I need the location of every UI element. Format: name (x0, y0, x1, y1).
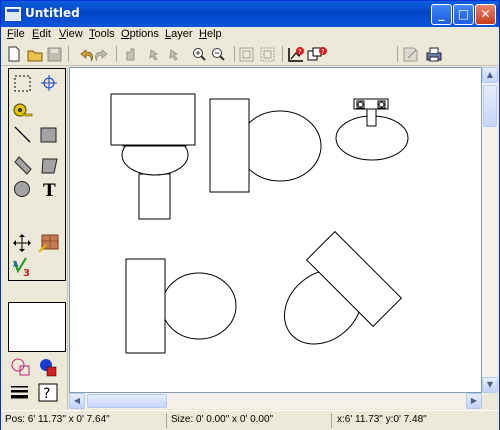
title-bar[interactable]: Untitled _ □ ✕ (1, 1, 499, 27)
symbol-icon[interactable]: A 3 (13, 257, 30, 279)
sink-shape[interactable] (335, 98, 409, 161)
close-button[interactable]: ✕ (475, 4, 496, 25)
scroll-up-button[interactable]: ▲ (482, 67, 498, 83)
line-weight-icon[interactable] (11, 386, 28, 399)
status-divider (166, 413, 167, 428)
crosshair-icon[interactable] (41, 75, 57, 91)
print-icon[interactable] (426, 47, 442, 62)
minimize-button[interactable]: _ (431, 4, 452, 25)
svg-text:A: A (13, 260, 19, 269)
paint-icon[interactable] (38, 234, 59, 253)
vertical-scrollbar[interactable]: ▲ ▼ (482, 67, 498, 393)
color-preview-box[interactable] (8, 302, 66, 352)
help-icon[interactable]: ? (38, 383, 58, 402)
vertical-scroll-thumb[interactable] (483, 85, 497, 127)
toolbar: ? ? (1, 42, 499, 66)
fit-icon[interactable] (239, 47, 254, 62)
scroll-left-button[interactable]: ◀ (69, 393, 85, 409)
floor-plan-drawing (110, 93, 409, 360)
wall-icon[interactable] (14, 156, 32, 175)
app-icon (5, 7, 21, 21)
pick2-icon[interactable] (169, 49, 179, 61)
menu-bar: File Edit View Tools Options Layer Help (1, 27, 499, 42)
open-folder-icon[interactable] (27, 50, 43, 62)
move-icon[interactable] (13, 234, 31, 252)
text-tool-label: T (43, 181, 56, 201)
scroll-right-button[interactable]: ▶ (466, 393, 482, 409)
toilet-shape[interactable] (110, 93, 196, 220)
tool-palette: T A 3 ? (4, 68, 68, 410)
new-file-icon[interactable] (8, 46, 20, 62)
status-size: Size: 0' 0.00" x 0' 0.00" (171, 414, 274, 425)
redo-icon[interactable] (95, 49, 108, 62)
fixture-shape-left[interactable] (125, 258, 237, 354)
text-icon[interactable]: T (43, 181, 56, 201)
help-label: ? (43, 386, 50, 402)
shapes-question-icon[interactable]: ? (307, 47, 327, 61)
status-divider (331, 413, 332, 428)
circle-icon[interactable] (14, 181, 30, 197)
svg-text:?: ? (298, 48, 302, 56)
window-title: Untitled (25, 6, 80, 20)
note-icon[interactable] (403, 47, 418, 62)
horizontal-scrollbar[interactable]: ◀ ▶ (69, 393, 482, 409)
app-window: Untitled _ □ ✕ File Edit View Tools Opti… (0, 0, 500, 430)
selection-rect-icon[interactable] (14, 75, 31, 92)
chart-question-icon[interactable]: ? (288, 47, 304, 62)
svg-text:?: ? (321, 48, 325, 56)
maximize-button[interactable]: □ (453, 4, 474, 25)
tape-measure-icon[interactable] (13, 103, 33, 117)
line-icon[interactable] (14, 126, 31, 143)
polygon-icon[interactable] (41, 158, 58, 174)
horizontal-scroll-thumb[interactable] (87, 394, 167, 408)
fit-selection-icon[interactable] (260, 47, 275, 62)
undo-icon[interactable] (80, 49, 93, 62)
svg-text:3: 3 (23, 268, 30, 279)
menu-file[interactable]: File (7, 28, 25, 40)
pick-icon[interactable] (149, 49, 159, 61)
fill-color-icon[interactable] (40, 359, 57, 377)
bathtub-shape[interactable] (209, 98, 322, 193)
toolbar-icons: ? ? (8, 46, 442, 62)
drawing-canvas[interactable] (69, 67, 482, 393)
menu-help[interactable]: Help (199, 28, 222, 40)
overlap-circles-icon[interactable] (11, 358, 30, 376)
status-position: Pos: 6' 11.73" x 0' 7.64" (5, 414, 110, 425)
drawing-tools: T A 3 (13, 75, 59, 279)
zoom-out-icon[interactable] (212, 48, 225, 61)
menu-tools[interactable]: Tools (89, 28, 115, 40)
menu-view[interactable]: View (59, 28, 83, 40)
status-coordinates: x:6' 11.73" y:0' 7.48" (337, 414, 427, 425)
save-icon[interactable] (47, 47, 62, 62)
menu-layer[interactable]: Layer (165, 28, 193, 40)
scroll-down-button[interactable]: ▼ (482, 377, 498, 393)
rectangle-icon[interactable] (40, 127, 57, 143)
fixture-shape-rotated[interactable] (270, 230, 403, 360)
menu-options[interactable]: Options (121, 28, 159, 40)
menu-edit[interactable]: Edit (32, 28, 51, 40)
status-bar: Pos: 6' 11.73" x 0' 7.64" Size: 0' 0.00"… (1, 410, 499, 430)
palette-bottom-tools: ? (11, 358, 58, 402)
pan-icon[interactable] (126, 48, 135, 61)
zoom-in-icon[interactable] (193, 48, 206, 61)
drawing-tools-group: T A 3 (8, 68, 66, 281)
